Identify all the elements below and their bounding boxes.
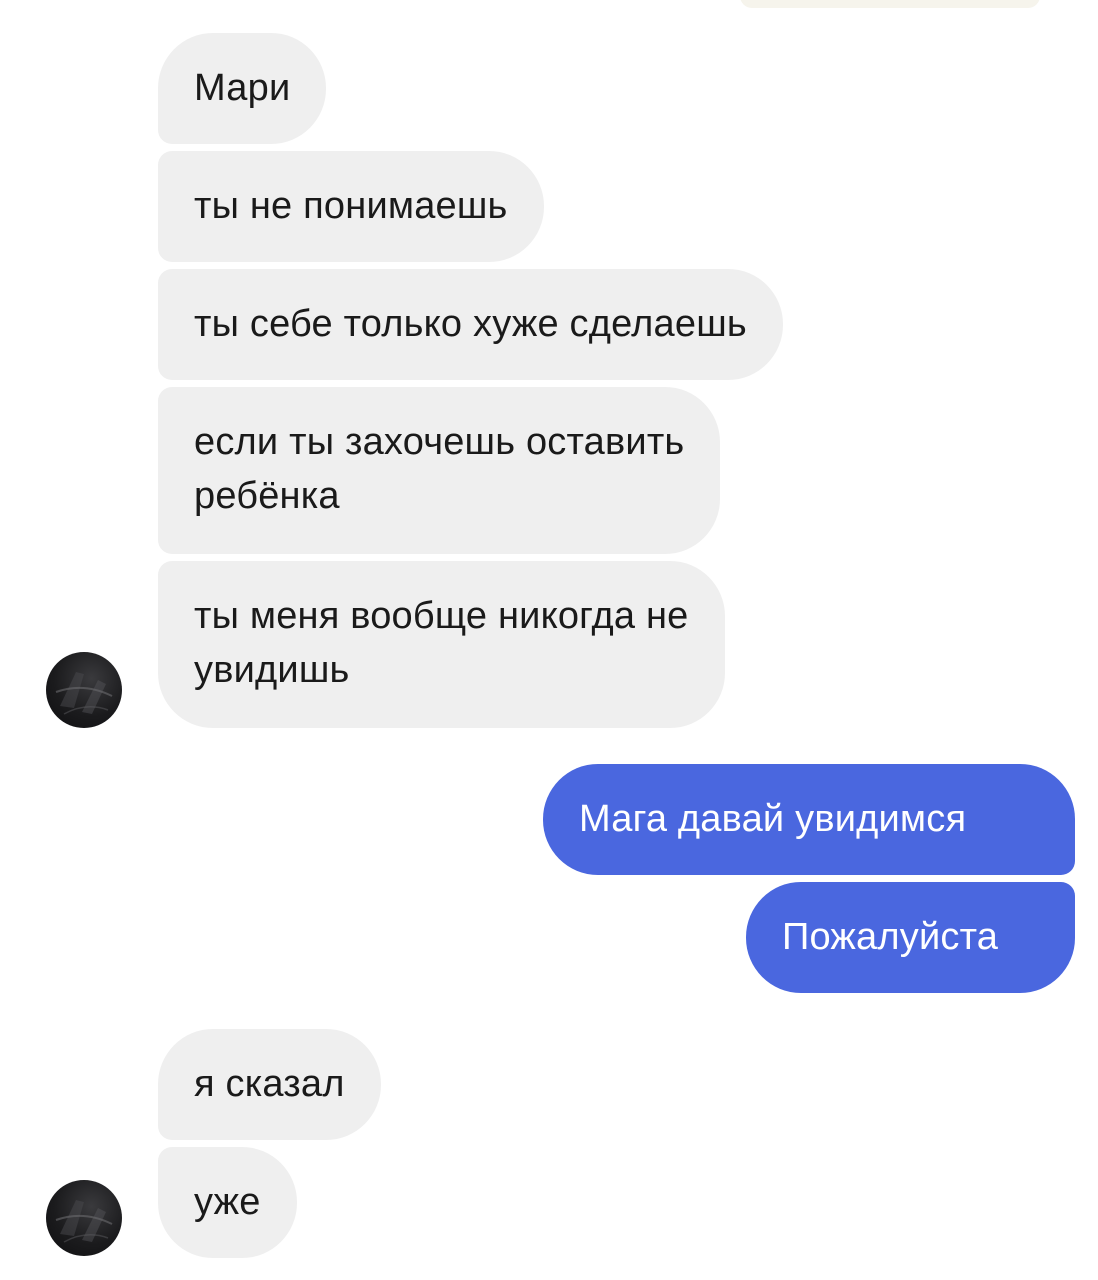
incoming-message[interactable]: Мари xyxy=(158,33,327,144)
contact-avatar-icon[interactable] xyxy=(46,652,122,728)
incoming-message[interactable]: я сказал xyxy=(158,1029,381,1140)
outgoing-message[interactable]: Мага давай увидимся xyxy=(543,764,1075,875)
incoming-message[interactable]: если ты захочешь оставить ребёнка xyxy=(158,387,721,554)
previous-message-remnant xyxy=(740,0,1040,8)
avatar-photo-icon xyxy=(55,1200,113,1243)
outgoing-message[interactable]: Пожалуйста xyxy=(746,882,1075,993)
avatar-photo-icon xyxy=(55,672,113,715)
incoming-message[interactable]: ты не понимаешь xyxy=(158,151,544,262)
incoming-message[interactable]: уже xyxy=(158,1147,297,1258)
incoming-message[interactable]: ты себе только хуже сделаешь xyxy=(158,269,783,380)
incoming-message[interactable]: ты меня вообще никогда не увидишь xyxy=(158,561,725,728)
contact-avatar-icon[interactable] xyxy=(46,1180,122,1256)
